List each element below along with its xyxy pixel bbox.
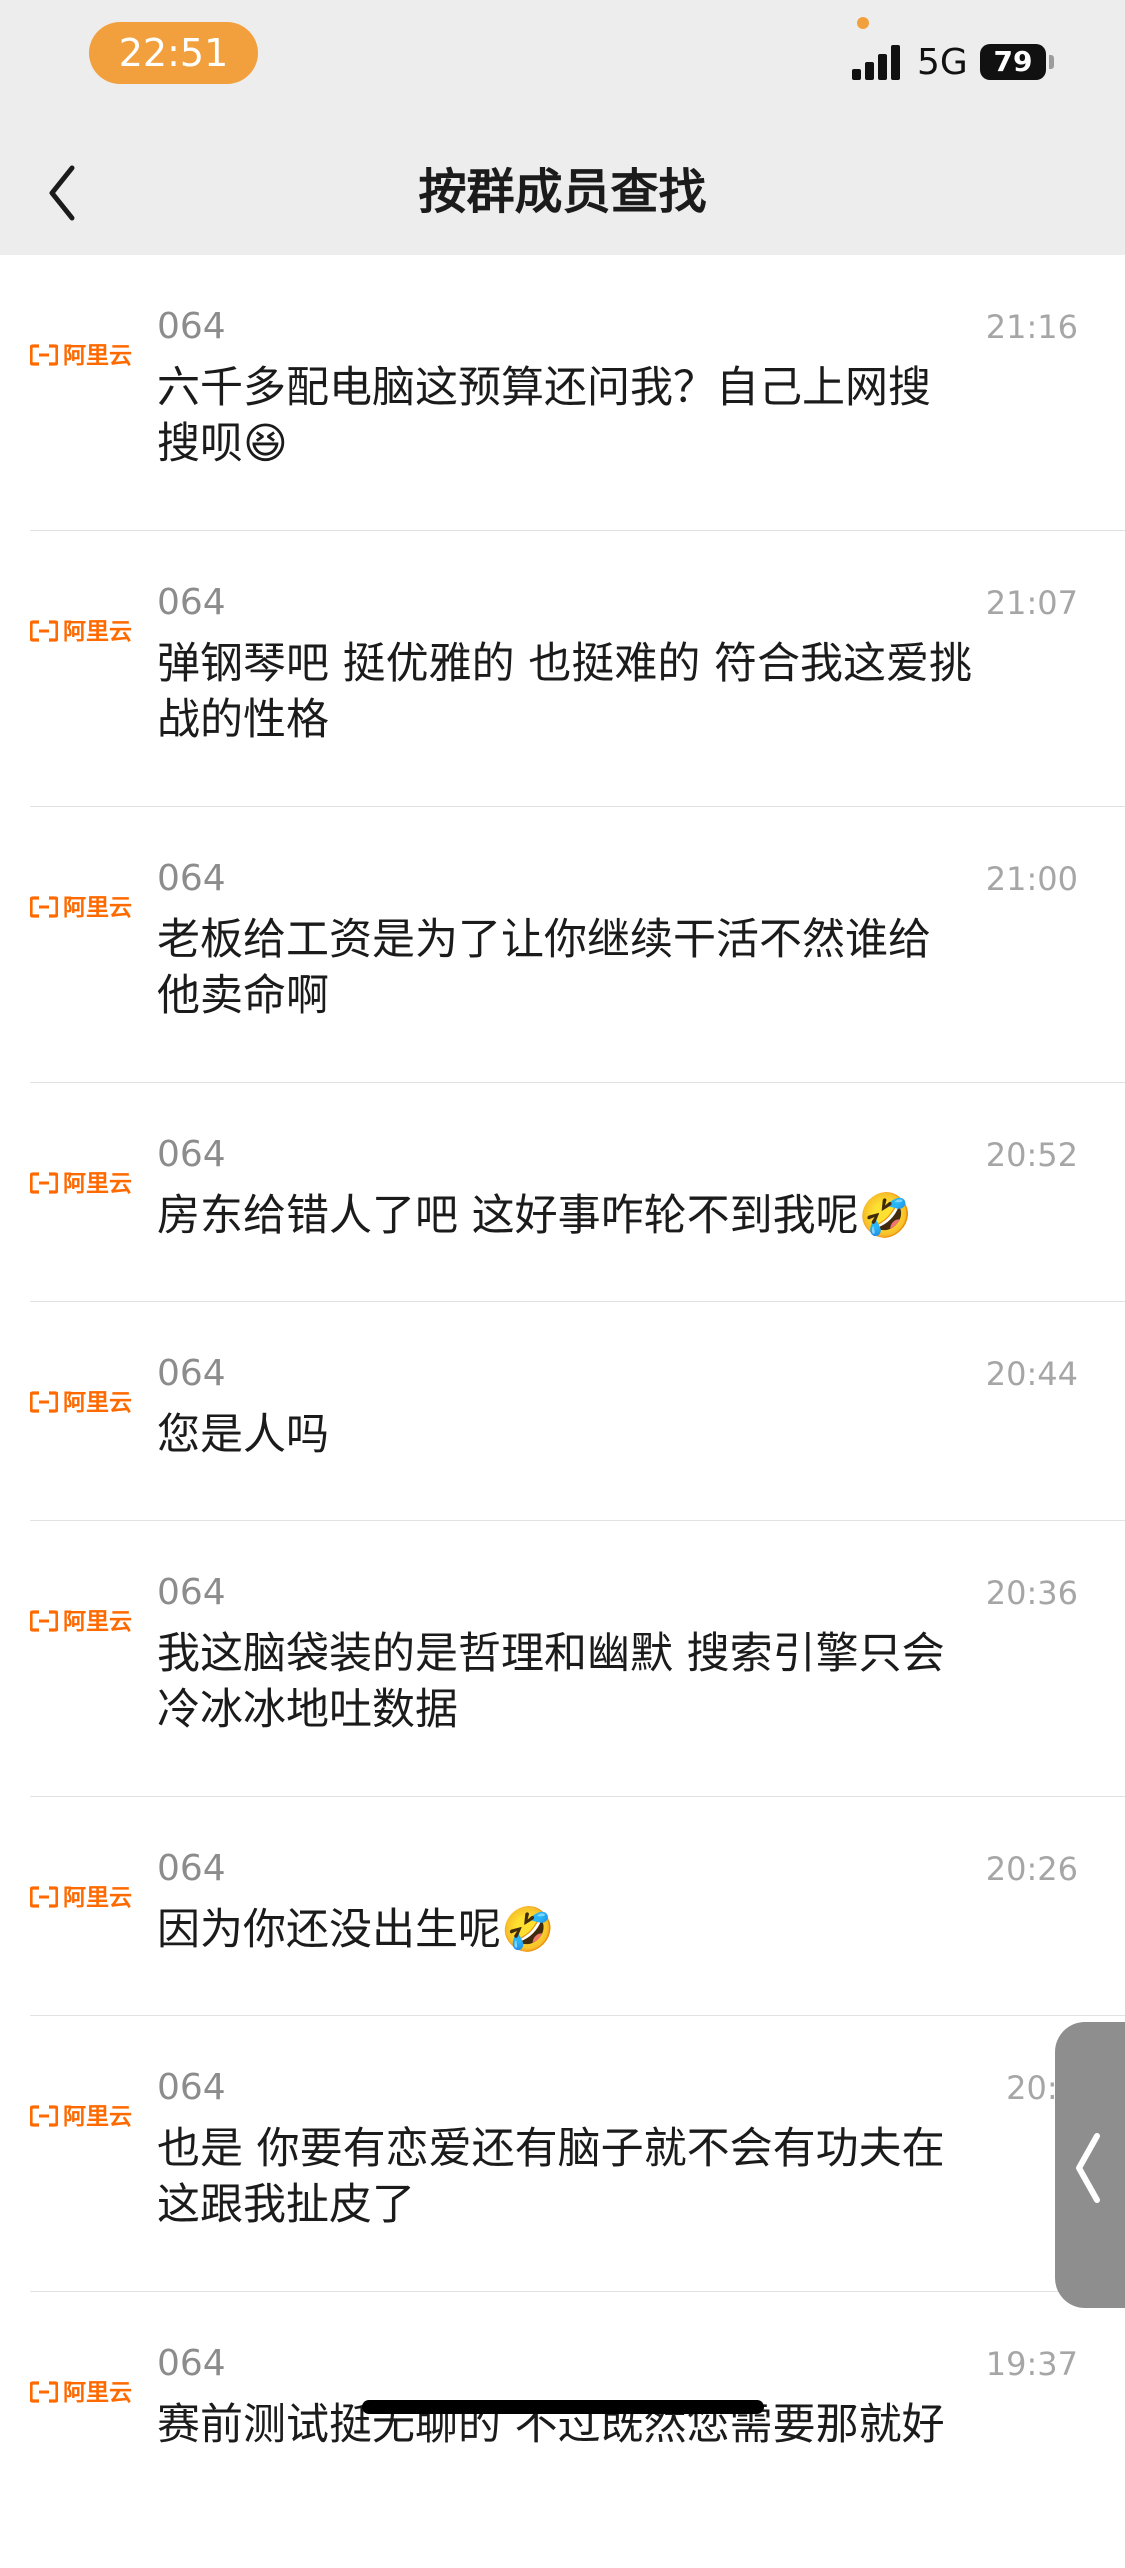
avatar[interactable]: 阿里云 <box>30 1388 132 1418</box>
avatar[interactable]: 阿里云 <box>30 893 132 923</box>
avatar-logo-text: 阿里云 <box>63 619 132 645</box>
aliyun-logo-icon <box>30 1886 58 1908</box>
message-time: 21:07 <box>985 584 1078 622</box>
avatar-logo-text: 阿里云 <box>63 2104 132 2130</box>
battery-level: 79 <box>993 45 1033 78</box>
message-time: 20:52 <box>985 1136 1078 1174</box>
aliyun-logo-icon <box>30 1391 58 1413</box>
list-item[interactable]: 阿里云 064 20:36 我这脑袋装的是哲理和幽默 搜索引擎只会 冷冰冰地吐数… <box>0 1521 1125 1797</box>
page-title: 按群成员查找 <box>418 164 707 220</box>
list-item[interactable]: 阿里云 064 20:44 您是人吗 <box>0 1302 1125 1521</box>
back-button[interactable] <box>40 158 92 228</box>
status-time[interactable]: 22:51 <box>89 22 258 84</box>
list-item[interactable]: 阿里云 064 20:1 也是 你要有恋爱还有脑子就不会有功夫在 这跟我扯皮了 <box>0 2016 1125 2292</box>
floating-side-tab[interactable] <box>1055 2022 1125 2308</box>
message-time: 20:44 <box>985 1355 1078 1393</box>
message-sender: 064 <box>157 306 226 347</box>
list-item[interactable]: 阿里云 064 19:37 赛前测试挺无聊的 不过既然您需要那就好 <box>0 2292 1125 2568</box>
avatar-logo-text: 阿里云 <box>63 2380 132 2406</box>
aliyun-logo-icon <box>30 1610 58 1632</box>
message-sender: 064 <box>157 2067 226 2108</box>
network-type: 5G <box>917 42 968 83</box>
list-item[interactable]: 阿里云 064 20:52 房东给错人了吧 这好事咋轮不到我呢🤣 <box>0 1083 1125 1302</box>
chevron-left-icon <box>49 165 75 221</box>
aliyun-logo-icon <box>30 344 58 366</box>
avatar-logo-text: 阿里云 <box>63 343 132 369</box>
avatar-logo-text: 阿里云 <box>63 1885 132 1911</box>
message-sender: 064 <box>157 1572 226 1613</box>
message-text: 我这脑袋装的是哲理和幽默 搜索引擎只会 冷冰冰地吐数据 <box>157 1629 945 1735</box>
aliyun-logo-icon <box>30 2105 58 2127</box>
avatar[interactable]: 阿里云 <box>30 2378 132 2408</box>
avatar-logo-text: 阿里云 <box>63 1171 132 1197</box>
message-text: 六千多配电脑这预算还问我？自己上网搜 搜呗😆 <box>157 363 931 469</box>
avatar[interactable]: 阿里云 <box>30 341 132 371</box>
aliyun-logo-icon <box>30 896 58 918</box>
navigation-bar: 按群成员查找 <box>0 130 1125 255</box>
home-indicator[interactable] <box>362 2400 764 2414</box>
avatar[interactable]: 阿里云 <box>30 1169 132 1199</box>
aliyun-logo-icon <box>30 2381 58 2403</box>
message-sender: 064 <box>157 582 226 623</box>
chevron-left-icon <box>1076 2133 1100 2203</box>
message-time: 21:00 <box>985 860 1078 898</box>
message-time: 21:16 <box>985 308 1078 346</box>
list-item[interactable]: 阿里云 064 21:16 六千多配电脑这预算还问我？自己上网搜 搜呗😆 <box>0 255 1125 531</box>
avatar[interactable]: 阿里云 <box>30 617 132 647</box>
message-sender: 064 <box>157 1848 226 1889</box>
aliyun-logo-icon <box>30 1172 58 1194</box>
privacy-indicator-dot <box>857 17 869 29</box>
message-sender: 064 <box>157 2343 226 2384</box>
avatar[interactable]: 阿里云 <box>30 2102 132 2132</box>
message-time: 20:36 <box>985 1574 1078 1612</box>
battery-icon: 79 <box>980 44 1046 80</box>
status-bar: 22:51 5G 79 <box>0 0 1125 130</box>
message-text: 也是 你要有恋爱还有脑子就不会有功夫在 这跟我扯皮了 <box>157 2124 945 2230</box>
message-text: 房东给错人了吧 这好事咋轮不到我呢🤣 <box>157 1191 913 1241</box>
list-item[interactable]: 阿里云 064 21:07 弹钢琴吧 挺优雅的 也挺难的 符合我这爱挑 战的性格 <box>0 531 1125 807</box>
message-sender: 064 <box>157 1353 226 1394</box>
aliyun-logo-icon <box>30 620 58 642</box>
avatar-logo-text: 阿里云 <box>63 1609 132 1635</box>
list-item[interactable]: 阿里云 064 21:00 老板给工资是为了让你继续干活不然谁给 他卖命啊 <box>0 807 1125 1083</box>
battery-tip <box>1049 55 1054 69</box>
message-time: 20:26 <box>985 1850 1078 1888</box>
message-text: 老板给工资是为了让你继续干活不然谁给 他卖命啊 <box>157 915 931 1021</box>
message-sender: 064 <box>157 1134 226 1175</box>
avatar[interactable]: 阿里云 <box>30 1607 132 1637</box>
avatar-logo-text: 阿里云 <box>63 1390 132 1416</box>
message-text: 弹钢琴吧 挺优雅的 也挺难的 符合我这爱挑 战的性格 <box>157 639 973 745</box>
message-text: 因为你还没出生呢🤣 <box>157 1905 555 1955</box>
avatar[interactable]: 阿里云 <box>30 1883 132 1913</box>
message-text: 您是人吗 <box>157 1410 329 1460</box>
message-list[interactable]: 阿里云 064 21:16 六千多配电脑这预算还问我？自己上网搜 搜呗😆 阿里云… <box>0 255 1125 2568</box>
message-sender: 064 <box>157 858 226 899</box>
message-time: 19:37 <box>985 2345 1078 2383</box>
avatar-logo-text: 阿里云 <box>63 895 132 921</box>
list-item[interactable]: 阿里云 064 20:26 因为你还没出生呢🤣 <box>0 1797 1125 2016</box>
signal-strength-icon <box>852 44 904 80</box>
